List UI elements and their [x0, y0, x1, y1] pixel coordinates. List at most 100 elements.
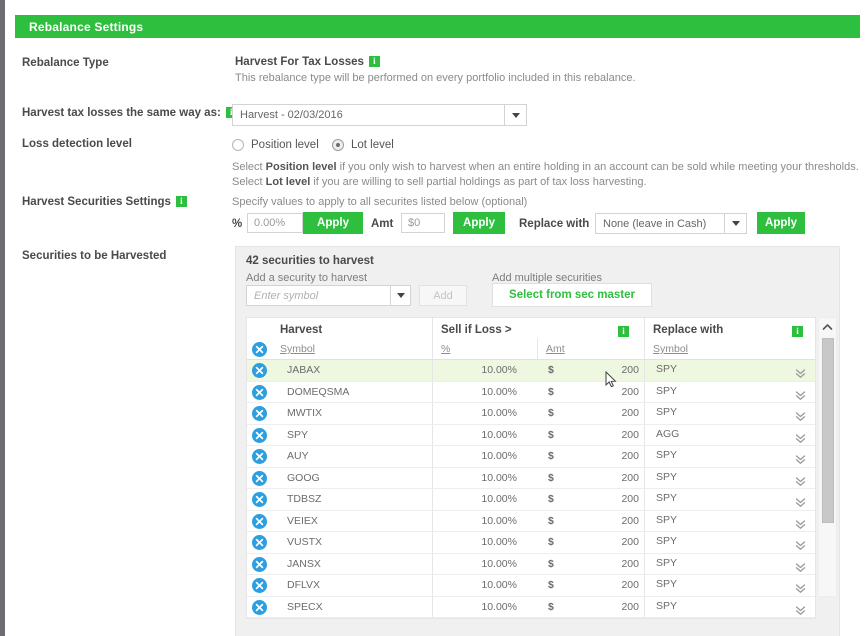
info-icon[interactable]: i — [792, 326, 803, 337]
double-chevron-down-icon[interactable] — [795, 603, 806, 621]
radio-lot-level-control[interactable] — [332, 139, 344, 151]
cell-replace-symbol[interactable]: SPY — [656, 535, 677, 547]
cell-sell-if-loss-pct[interactable]: 10.00% — [443, 579, 517, 591]
delete-circle-icon[interactable] — [252, 363, 267, 378]
cell-harvest-symbol: JABAX — [287, 364, 321, 376]
cell-sell-if-loss-amt[interactable]: 200 — [567, 493, 639, 505]
chevron-up-icon[interactable] — [819, 318, 836, 335]
cell-replace-symbol[interactable]: SPY — [656, 600, 677, 612]
info-icon[interactable]: i — [368, 56, 380, 67]
cell-harvest-symbol: GOOG — [287, 471, 320, 484]
cell-sell-if-loss-pct[interactable]: 10.00% — [443, 601, 517, 613]
delete-circle-icon[interactable] — [252, 384, 267, 400]
delete-circle-icon[interactable] — [252, 556, 267, 572]
cell-sell-if-loss-amt[interactable]: 200 — [567, 429, 639, 441]
cell-replace-symbol[interactable]: SPY — [656, 471, 677, 483]
cell-sell-if-loss-amt[interactable]: 200 — [567, 450, 639, 462]
replace-with-selected-value: None (leave in Cash) — [603, 217, 707, 230]
apply-replace-button[interactable]: Apply — [757, 212, 805, 234]
delete-circle-icon[interactable] — [252, 513, 267, 529]
cell-sell-if-loss-amt[interactable]: 200 — [567, 515, 639, 527]
add-single-label: Add a security to harvest — [246, 272, 368, 284]
cell-sell-if-loss-pct[interactable]: 10.00% — [443, 472, 517, 484]
cell-sell-if-loss-pct[interactable]: 10.00% — [443, 450, 517, 462]
delete-circle-icon[interactable] — [252, 406, 267, 421]
radio-lot-level[interactable]: Lot level — [332, 139, 394, 151]
amt-input[interactable]: $0 — [401, 213, 445, 233]
delete-circle-icon[interactable] — [252, 578, 267, 593]
delete-circle-icon[interactable] — [252, 427, 267, 443]
cell-sell-if-loss-amt[interactable]: 200 — [567, 579, 639, 591]
table-row[interactable]: MWTIX 10.00% $200 SPY — [247, 403, 815, 425]
table-row[interactable]: DFLVX 10.00% $200 SPY — [247, 575, 815, 597]
cell-replace-symbol[interactable]: SPY — [656, 406, 677, 418]
delete-circle-icon[interactable] — [252, 535, 267, 550]
table-row[interactable]: JABAX 10.00% $200 SPY — [247, 360, 815, 382]
rebalance-type-description: This rebalance type will be performed on… — [235, 72, 636, 84]
cell-sell-if-loss-pct[interactable]: 10.00% — [443, 407, 517, 419]
info-icon[interactable]: i — [175, 196, 187, 207]
delete-circle-icon[interactable] — [252, 449, 267, 464]
radio-position-level[interactable]: Position level — [232, 139, 319, 151]
sub-header-pct[interactable]: % — [441, 343, 450, 355]
cell-sell-if-loss-amt[interactable]: 200 — [567, 386, 639, 398]
cell-sell-if-loss-amt[interactable]: 200 — [567, 472, 639, 484]
sub-header-harvest-symbol[interactable]: Symbol — [280, 343, 315, 355]
table-row[interactable]: VUSTX 10.00% $200 SPY — [247, 532, 815, 554]
cell-sell-if-loss-pct[interactable]: 10.00% — [443, 515, 517, 527]
cell-sell-if-loss-amt[interactable]: 200 — [567, 536, 639, 548]
cell-sell-if-loss-amt[interactable]: 200 — [567, 601, 639, 613]
cell-replace-symbol[interactable]: SPY — [656, 363, 677, 375]
symbol-input[interactable]: Enter symbol — [246, 285, 411, 306]
cell-replace-symbol[interactable]: SPY — [656, 385, 677, 397]
table-row[interactable]: GOOG 10.00% $200 SPY — [247, 467, 815, 489]
cell-sell-if-loss-amt[interactable]: 200 — [567, 407, 639, 419]
cell-harvest-symbol: SPECX — [287, 600, 323, 613]
cell-sell-if-loss-pct[interactable]: 10.00% — [443, 364, 517, 376]
table-row[interactable]: JANSX 10.00% $200 SPY — [247, 553, 815, 575]
cell-sell-if-loss-amt[interactable]: 200 — [567, 558, 639, 570]
sub-header-replace-symbol[interactable]: Symbol — [653, 343, 688, 355]
cell-sell-if-loss-pct[interactable]: 10.00% — [443, 386, 517, 398]
delete-circle-icon[interactable] — [252, 599, 267, 615]
cell-replace-symbol[interactable]: SPY — [656, 578, 677, 590]
cell-sell-if-loss-pct[interactable]: 10.00% — [443, 536, 517, 548]
delete-circle-icon[interactable] — [252, 342, 267, 357]
cell-replace-symbol[interactable]: SPY — [656, 449, 677, 461]
harvest-settings-instructions: Specify values to apply to all securites… — [232, 196, 528, 208]
chevron-down-icon[interactable] — [390, 286, 410, 305]
cell-replace-symbol[interactable]: SPY — [656, 492, 677, 504]
table-row[interactable]: VEIEX 10.00% $200 SPY — [247, 510, 815, 532]
rebalance-settings-page: Rebalance Settings Rebalance Type Harves… — [0, 0, 866, 636]
delete-circle-icon[interactable] — [252, 492, 267, 507]
table-row[interactable]: SPECX 10.00% $200 SPY — [247, 596, 815, 621]
cell-replace-symbol[interactable]: SPY — [656, 514, 677, 526]
radio-position-level-control[interactable] — [232, 139, 244, 151]
apply-amt-button[interactable]: Apply — [453, 212, 505, 234]
pct-input[interactable]: 0.00% — [247, 213, 303, 233]
table-row[interactable]: AUY 10.00% $200 SPY — [247, 446, 815, 468]
amt-label: Amt — [371, 218, 394, 230]
select-from-sec-master-button[interactable]: Select from sec master — [492, 283, 652, 307]
info-icon[interactable]: i — [618, 326, 629, 337]
apply-pct-button[interactable]: Apply — [303, 212, 363, 234]
table-row[interactable]: SPY 10.00% $200 AGG — [247, 424, 815, 446]
table-row[interactable]: TDBSZ 10.00% $200 SPY — [247, 489, 815, 511]
table-row[interactable]: DOMEQSMA 10.00% $200 SPY — [247, 381, 815, 403]
cell-sell-if-loss-pct[interactable]: 10.00% — [443, 493, 517, 505]
chevron-down-icon[interactable] — [724, 214, 746, 233]
scrollbar-thumb[interactable] — [822, 338, 834, 523]
chevron-down-icon[interactable] — [504, 105, 526, 125]
cell-sell-if-loss-pct[interactable]: 10.00% — [443, 558, 517, 570]
label-rebalance-type: Rebalance Type — [22, 57, 109, 69]
table-scrollbar[interactable] — [819, 317, 837, 597]
sub-header-amt[interactable]: Amt — [546, 343, 565, 355]
cell-sell-if-loss-amt[interactable]: 200 — [567, 364, 639, 376]
cell-replace-symbol[interactable]: AGG — [656, 428, 679, 440]
cell-replace-symbol[interactable]: SPY — [656, 557, 677, 569]
cell-sell-if-loss-pct[interactable]: 10.00% — [443, 429, 517, 441]
add-security-button[interactable]: Add — [419, 285, 467, 306]
replace-with-select[interactable]: None (leave in Cash) — [595, 213, 747, 234]
delete-circle-icon[interactable] — [252, 470, 267, 486]
harvest-same-way-select[interactable]: Harvest - 02/03/2016 — [232, 104, 527, 126]
